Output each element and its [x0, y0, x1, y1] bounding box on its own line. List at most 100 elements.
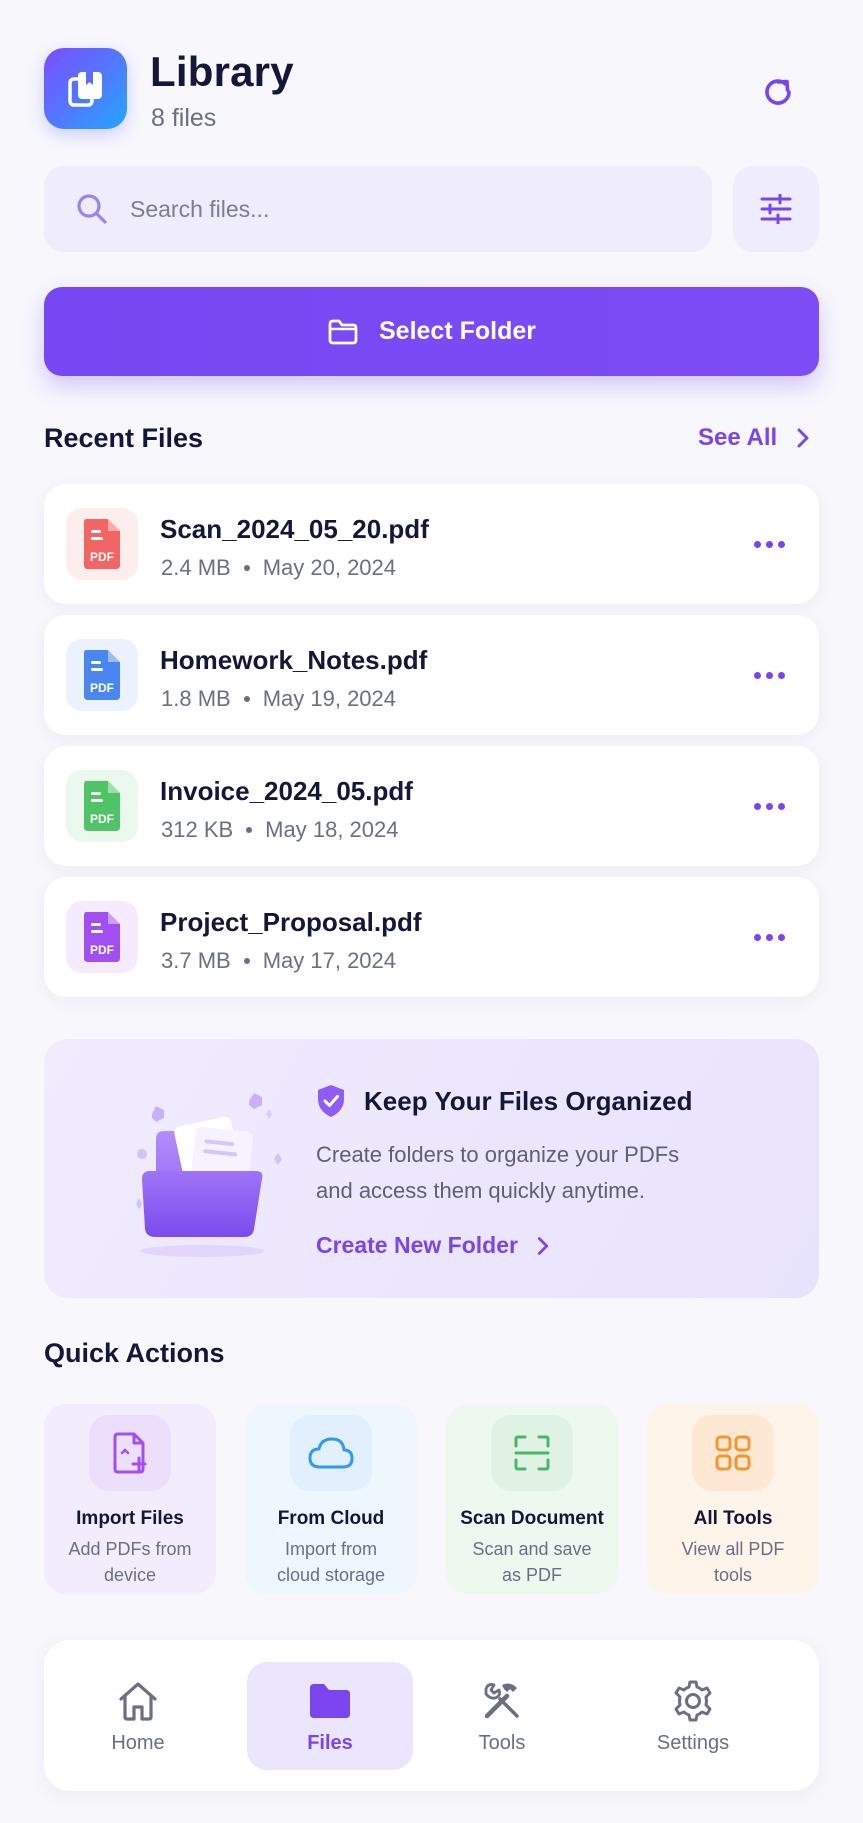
more-options-button[interactable]: [747, 660, 791, 690]
file-name: Scan_2024_05_20.pdf: [160, 514, 429, 544]
file-row[interactable]: PDF Invoice_2024_05.pdf 312 KB May 18, 20…: [44, 746, 819, 866]
file-meta: 3.7 MB May 17, 2024: [161, 948, 396, 974]
folder-icon: [306, 1678, 354, 1724]
folder-illustration-icon: [136, 1093, 282, 1257]
quick-action-scan-document[interactable]: Scan Document Scan and save as PDF: [446, 1404, 618, 1594]
select-folder-label: Select Folder: [379, 317, 536, 345]
quick-action-desc-line-1: Scan and save: [472, 1539, 592, 1559]
quick-action-description: Scan and save as PDF: [458, 1536, 606, 1588]
recent-files-heading: Recent Files: [44, 423, 204, 453]
nav-label: Files: [307, 1732, 353, 1754]
file-date: May 18, 2024: [265, 817, 399, 842]
file-size: 2.4 MB: [161, 555, 231, 580]
quick-action-desc-line-1: Add PDFs from: [68, 1539, 192, 1559]
svg-text:PDF: PDF: [90, 943, 114, 957]
quick-action-title: Import Files: [76, 1508, 184, 1529]
quick-action-from-cloud[interactable]: From Cloud Import from cloud storage: [245, 1404, 417, 1594]
separator-dot: [243, 958, 250, 964]
file-meta: 312 KB May 18, 2024: [161, 817, 398, 843]
promo-heading: Keep Your Files Organized: [316, 1084, 692, 1118]
svg-text:PDF: PDF: [90, 550, 114, 564]
select-folder-button[interactable]: Select Folder: [44, 287, 819, 376]
chevron-right-icon: [797, 428, 809, 448]
tools-icon: [478, 1678, 526, 1724]
search-bar: [44, 166, 712, 252]
quick-action-description: Import from cloud storage: [257, 1536, 405, 1588]
nav-item-tools[interactable]: Tools: [419, 1662, 585, 1770]
file-plus-icon: [89, 1415, 171, 1491]
file-count: 8 files: [151, 104, 217, 132]
file-meta: 2.4 MB May 20, 2024: [161, 555, 396, 581]
sliders-icon: [760, 194, 792, 224]
file-name: Invoice_2024_05.pdf: [160, 776, 413, 806]
pdf-file-icon: PDF: [66, 770, 138, 842]
nav-item-settings[interactable]: Settings: [610, 1662, 776, 1770]
folder-icon: [328, 319, 358, 344]
more-options-button[interactable]: [747, 791, 791, 821]
file-date: May 17, 2024: [262, 948, 397, 973]
quick-action-description: Add PDFs from device: [56, 1536, 204, 1588]
quick-action-title: From Cloud: [277, 1508, 385, 1529]
file-size: 3.7 MB: [161, 948, 231, 973]
svg-text:PDF: PDF: [90, 681, 114, 695]
quick-action-desc-line-2: tools: [713, 1565, 753, 1585]
quick-action-all-tools[interactable]: All Tools View all PDF tools: [647, 1404, 819, 1594]
bottom-navigation: Home Files Tools Settings: [44, 1640, 819, 1791]
quick-action-title: All Tools: [693, 1508, 773, 1529]
bookmark-file-icon: [67, 71, 102, 107]
quick-action-import-files[interactable]: Import Files Add PDFs from device: [44, 1404, 216, 1594]
separator-dot: [243, 696, 250, 702]
quick-action-desc-line-1: Import from: [284, 1539, 377, 1559]
nav-label: Settings: [656, 1732, 730, 1754]
pdf-file-icon: PDF: [66, 639, 138, 711]
file-meta: 1.8 MB May 19, 2024: [161, 686, 396, 712]
search-icon: [77, 194, 107, 224]
cloud-icon: [290, 1415, 372, 1491]
file-row[interactable]: PDF Project_Proposal.pdf 3.7 MB May 17, 2…: [44, 877, 819, 997]
quick-action-desc-line-2: as PDF: [501, 1565, 562, 1585]
see-all-label: See All: [698, 424, 778, 451]
quick-action-title: Scan Document: [460, 1508, 604, 1529]
separator-dot: [243, 565, 250, 571]
nav-item-home[interactable]: Home: [55, 1662, 221, 1770]
nav-label: Home: [111, 1732, 165, 1754]
file-size: 1.8 MB: [161, 686, 231, 711]
quick-action-desc-line-2: device: [103, 1565, 157, 1585]
promo-title: Keep Your Files Organized: [364, 1085, 693, 1116]
more-options-button[interactable]: [747, 922, 791, 952]
search-input[interactable]: [130, 195, 690, 223]
shield-check-icon: [318, 1085, 344, 1117]
refresh-button[interactable]: [750, 64, 806, 120]
file-size: 312 KB: [161, 817, 234, 842]
file-name: Homework_Notes.pdf: [160, 645, 428, 675]
chevron-right-icon: [537, 1236, 549, 1255]
page-title: Library: [150, 48, 294, 95]
home-icon: [114, 1678, 162, 1724]
refresh-icon: [765, 79, 791, 105]
file-date: May 19, 2024: [262, 686, 397, 711]
promo-description: Create folders to organize your PDFs and…: [316, 1137, 756, 1209]
file-row[interactable]: PDF Scan_2024_05_20.pdf 2.4 MB May 20, 20…: [44, 484, 819, 604]
gear-icon: [669, 1678, 717, 1724]
file-row[interactable]: PDF Homework_Notes.pdf 1.8 MB May 19, 202…: [44, 615, 819, 735]
create-new-folder-label: Create New Folder: [316, 1232, 518, 1258]
svg-text:PDF: PDF: [90, 812, 114, 826]
filter-button[interactable]: [733, 166, 819, 252]
nav-item-files[interactable]: Files: [247, 1662, 413, 1770]
create-new-folder-link[interactable]: Create New Folder: [316, 1232, 556, 1259]
quick-action-desc-line-2: cloud storage: [276, 1565, 386, 1585]
grid-icon: [692, 1415, 774, 1491]
quick-action-description: View all PDF tools: [659, 1536, 807, 1588]
nav-label: Tools: [478, 1732, 526, 1754]
pdf-file-icon: PDF: [66, 508, 138, 580]
app-logo: [44, 48, 127, 129]
file-name: Project_Proposal.pdf: [160, 907, 422, 937]
separator-dot: [246, 827, 253, 833]
more-options-button[interactable]: [747, 529, 791, 559]
promo-text-line-2: and access them quickly anytime.: [316, 1178, 645, 1203]
organize-promo-card: Keep Your Files Organized Create folders…: [44, 1039, 819, 1298]
see-all-link[interactable]: See All: [698, 424, 817, 452]
scan-icon: [491, 1415, 573, 1491]
promo-text-line-1: Create folders to organize your PDFs: [316, 1142, 680, 1167]
quick-actions-heading: Quick Actions: [44, 1338, 225, 1368]
